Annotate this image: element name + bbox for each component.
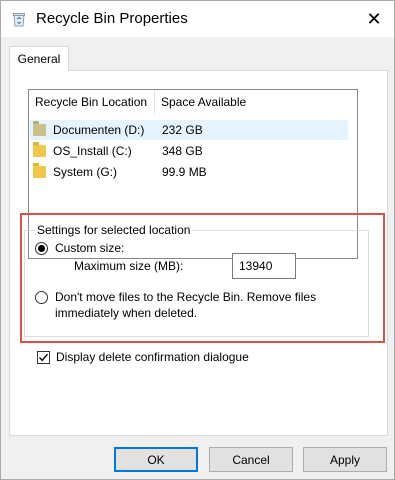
list-item[interactable]: OS_Install (C:) 348 GB (30, 141, 348, 161)
tab-general[interactable]: General (9, 46, 69, 71)
cancel-button[interactable]: Cancel (209, 447, 293, 472)
max-size-input[interactable] (232, 253, 296, 279)
drive-folder-icon (33, 142, 46, 157)
space-available: 99.9 MB (162, 165, 207, 179)
window-title: Recycle Bin Properties (36, 10, 188, 27)
checkmark-icon (38, 353, 49, 362)
drive-folder-icon (33, 163, 46, 178)
list-header: Recycle Bin Location Space Available (29, 90, 357, 114)
location-name: Documenten (D:) (53, 123, 145, 137)
dont-move-files-label-line1[interactable]: Don't move files to the Recycle Bin. Rem… (55, 290, 316, 304)
close-icon: ✕ (366, 8, 382, 29)
display-confirmation-checkbox[interactable] (37, 351, 50, 364)
location-name: System (G:) (53, 165, 118, 179)
column-header-space[interactable]: Space Available (155, 90, 345, 114)
apply-button[interactable]: Apply (303, 447, 387, 472)
close-button[interactable]: ✕ (353, 1, 395, 37)
custom-size-label[interactable]: Custom size: (55, 241, 124, 255)
max-size-label: Maximum size (MB): (74, 259, 184, 273)
title-bar: Recycle Bin Properties ✕ (1, 1, 394, 37)
column-header-location[interactable]: Recycle Bin Location (29, 90, 155, 114)
dont-move-files-radio[interactable] (35, 291, 48, 304)
display-confirmation-label[interactable]: Display delete confirmation dialogue (56, 350, 249, 364)
space-available: 348 GB (162, 144, 203, 158)
settings-group-title: Settings for selected location (35, 223, 193, 237)
ok-button[interactable]: OK (114, 447, 198, 472)
recycle-bin-icon (11, 11, 27, 27)
list-item[interactable]: Documenten (D:) 232 GB (30, 120, 348, 140)
dont-move-files-label-line2[interactable]: immediately when deleted. (55, 306, 197, 320)
custom-size-radio[interactable] (35, 242, 48, 255)
general-tab-panel: Recycle Bin Location Space Available Doc… (9, 70, 388, 436)
list-item[interactable]: System (G:) 99.9 MB (30, 162, 348, 182)
location-name: OS_Install (C:) (53, 144, 132, 158)
space-available: 232 GB (162, 123, 203, 137)
properties-window: Recycle Bin Properties ✕ General Recycle… (0, 0, 395, 480)
drive-folder-icon (33, 121, 46, 136)
